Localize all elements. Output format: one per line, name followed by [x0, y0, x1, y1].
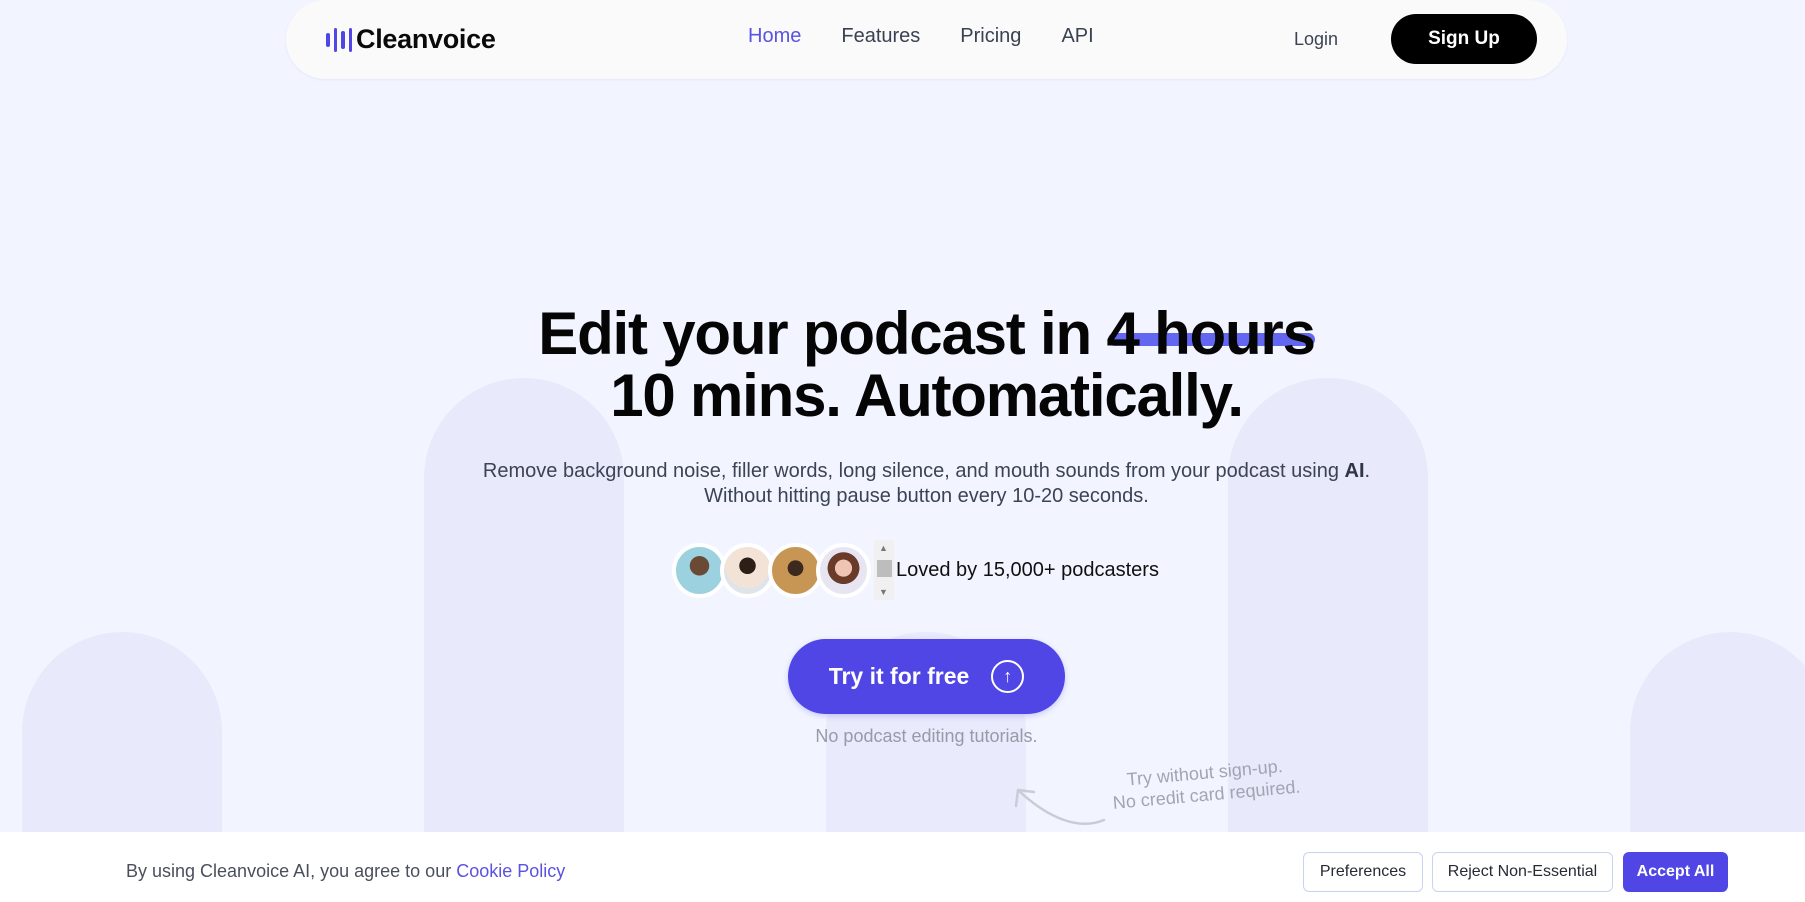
cookie-preferences-button[interactable]: Preferences	[1303, 852, 1423, 892]
waveform-icon	[326, 27, 352, 53]
signup-button[interactable]: Sign Up	[1391, 14, 1537, 64]
subtitle-text: Remove background noise, filler words, l…	[482, 460, 1345, 482]
social-proof-text: Loved by 15,000+ podcasters	[896, 558, 1159, 581]
cookie-reject-button[interactable]: Reject Non-Essential	[1432, 852, 1613, 892]
mini-scrollbar[interactable]: ▲ ▼	[874, 540, 894, 600]
headline-prefix: Edit your podcast in	[538, 300, 1107, 367]
cookie-policy-link[interactable]: Cookie Policy	[456, 861, 565, 881]
headline-struck-text: 4 hours	[1106, 300, 1316, 367]
try-free-button[interactable]: Try it for free ↑	[788, 639, 1065, 714]
avatar	[768, 542, 823, 598]
avatar-stack	[672, 542, 871, 598]
nav-link-api[interactable]: API	[1061, 25, 1093, 48]
scroll-down-icon[interactable]: ▼	[879, 587, 888, 597]
cta-note: No podcast editing tutorials.	[815, 726, 1038, 746]
hero-subtitle: Remove background noise, filler words, l…	[0, 459, 1805, 509]
avatar	[720, 542, 775, 598]
hero-headline: Edit your podcast in 4 hours 10 mins. Au…	[0, 303, 1805, 427]
scroll-up-icon[interactable]: ▲	[879, 543, 888, 553]
curved-arrow-icon	[1014, 788, 1106, 825]
nav-link-pricing[interactable]: Pricing	[960, 25, 1021, 48]
cta-label: Try it for free	[828, 663, 970, 689]
background-pillar	[424, 378, 624, 902]
login-link[interactable]: Login	[1294, 29, 1338, 50]
brand-logo[interactable]: Cleanvoice	[326, 24, 496, 55]
arrow-up-circle-icon: ↑	[991, 660, 1025, 693]
subtitle-line2: Without hitting pause button every 10-20…	[704, 485, 1149, 507]
cookie-message: By using Cleanvoice AI, you agree to our	[126, 861, 457, 881]
social-proof: ▲ ▼ Loved by 15,000+ podcasters	[672, 540, 1159, 600]
subtitle-period: .	[1364, 460, 1371, 482]
cookie-banner: By using Cleanvoice AI, you agree to our…	[0, 832, 1805, 902]
nav-links: Home Features Pricing API	[748, 25, 1094, 48]
nav-link-features[interactable]: Features	[841, 25, 920, 48]
headline-line2: 10 mins. Automatically.	[610, 362, 1244, 429]
avatar	[816, 542, 871, 598]
background-pillar	[1228, 378, 1428, 902]
avatar	[672, 542, 727, 598]
cookie-accept-button[interactable]: Accept All	[1623, 852, 1728, 892]
brand-name: Cleanvoice	[356, 24, 496, 54]
subtitle-bold-ai: AI	[1344, 460, 1365, 482]
top-navbar: Cleanvoice Home Features Pricing API Log…	[286, 0, 1567, 79]
scrollbar-thumb[interactable]	[877, 560, 892, 577]
cookie-text: By using Cleanvoice AI, you agree to our…	[126, 861, 565, 882]
nav-link-home[interactable]: Home	[748, 25, 801, 48]
